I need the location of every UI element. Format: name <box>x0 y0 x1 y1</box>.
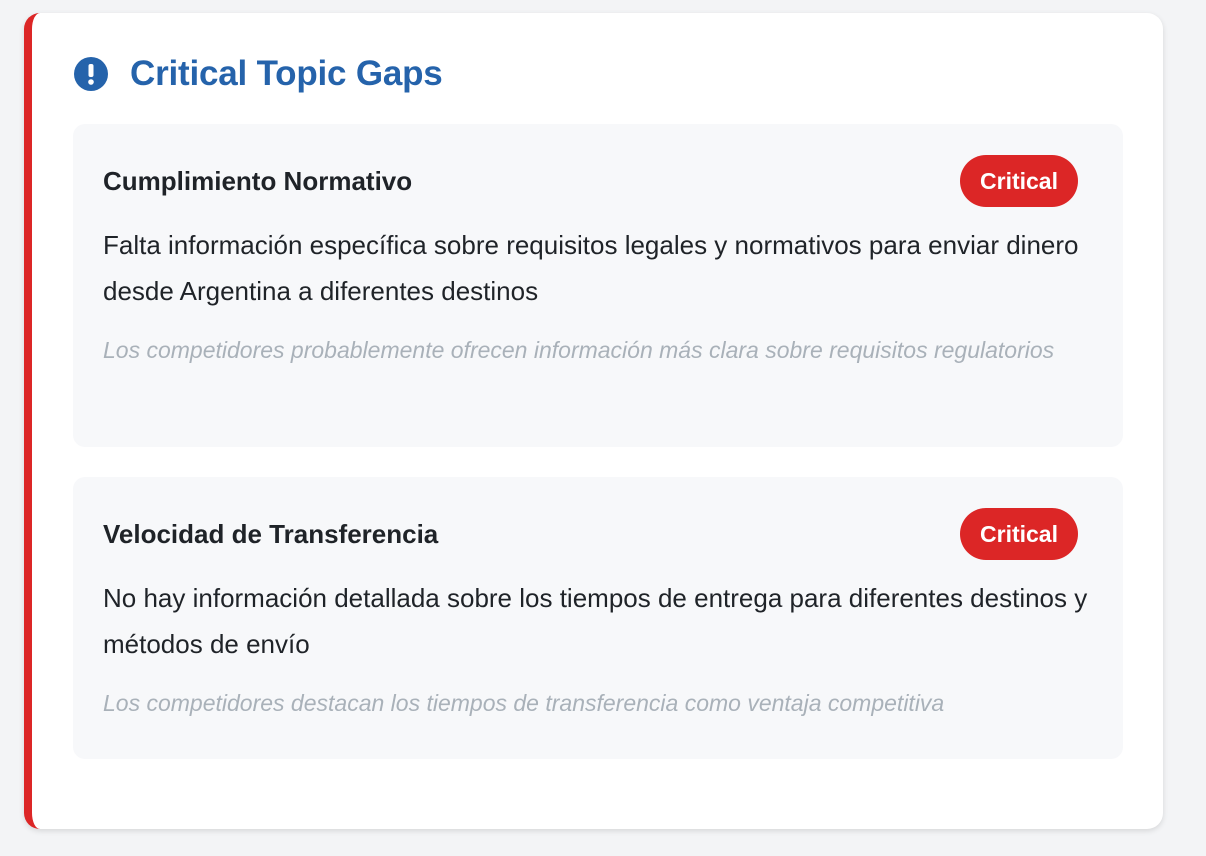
critical-topic-gaps-card: Critical Topic Gaps Cumplimiento Normati… <box>24 13 1163 829</box>
gap-item-title: Velocidad de Transferencia <box>103 518 439 549</box>
gap-item-header: Velocidad de Transferencia Critical <box>103 507 1093 561</box>
gap-item-note: Los competidores probablemente ofrecen i… <box>103 337 1055 363</box>
gap-item-description: No hay información detallada sobre los t… <box>103 583 1088 659</box>
gap-item-cumplimiento-normativo: Cumplimiento Normativo Critical Falta in… <box>73 124 1123 447</box>
section-header: Critical Topic Gaps <box>74 53 443 95</box>
severity-badge: Critical <box>960 155 1078 207</box>
gap-item-velocidad-de-transferencia: Velocidad de Transferencia Critical No h… <box>73 477 1123 759</box>
gap-item-header: Cumplimiento Normativo Critical <box>103 154 1093 208</box>
gap-item-title: Cumplimiento Normativo <box>103 165 413 196</box>
exclamation-circle-icon <box>74 57 108 91</box>
gap-item-note: Los competidores destacan los tiempos de… <box>103 690 945 716</box>
gap-item-description: Falta información específica sobre requi… <box>103 230 1079 306</box>
section-title: Critical Topic Gaps <box>130 54 443 93</box>
severity-badge: Critical <box>960 508 1078 560</box>
